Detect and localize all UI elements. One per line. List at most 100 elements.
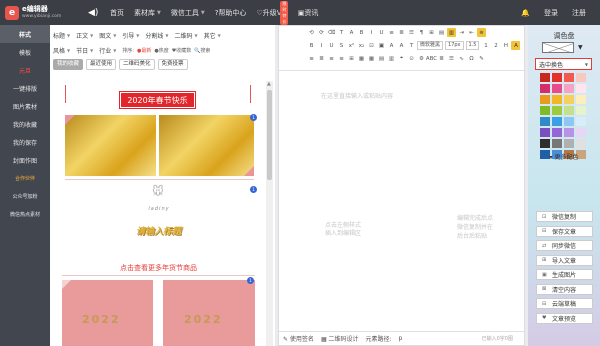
- toolbar-button-1-2[interactable]: U: [327, 41, 336, 50]
- toolbar-button-2-0[interactable]: ≡: [307, 54, 316, 63]
- toolbar-button-2-17[interactable]: ✎: [477, 54, 486, 63]
- toolbar-button-2-10[interactable]: ⊙: [407, 54, 416, 63]
- toolbar-button-1-1[interactable]: I: [317, 41, 326, 50]
- template-preview[interactable]: 2020年春节快乐 1 🐭 ladiny 1 请输入标题 点击查看更多年货节商品…: [57, 85, 260, 346]
- color-swatch[interactable]: [564, 95, 574, 104]
- filter-row2-1[interactable]: 节日 ▼: [76, 46, 93, 55]
- speaker-icon[interactable]: ◀): [88, 8, 102, 18]
- toolbar-button-0-0[interactable]: ⟲: [307, 28, 316, 37]
- toolbar-button-1-9[interactable]: A: [397, 41, 406, 50]
- color-swatch[interactable]: [540, 139, 550, 148]
- scroll-up-icon[interactable]: ▲: [267, 81, 271, 87]
- toolbar-button-0-12[interactable]: ⊞: [427, 28, 436, 37]
- toolbar-button-2-12[interactable]: ABC: [426, 54, 437, 63]
- sort-option-2[interactable]: ♥收藏数: [172, 47, 191, 54]
- color-swatch[interactable]: [552, 106, 562, 115]
- color-swatch[interactable]: [576, 117, 586, 126]
- toolbar-button-0-9[interactable]: ≣: [397, 28, 406, 37]
- bell-icon[interactable]: 🔔: [521, 9, 530, 17]
- color-swatch[interactable]: [576, 139, 586, 148]
- color-swatch[interactable]: [540, 106, 550, 115]
- nav-item-2[interactable]: 微信工具 ▼: [171, 0, 205, 25]
- sidebar-item-6[interactable]: 我的保存: [0, 133, 50, 151]
- action-button-4[interactable]: ▣ 生成图片: [536, 269, 593, 280]
- toolbar-button-1-3[interactable]: S: [337, 41, 346, 50]
- toolbar-button-2-4[interactable]: ⊞: [347, 54, 356, 63]
- qrcode-design-button[interactable]: ▦ 二维码设计: [321, 334, 359, 343]
- color-swatch[interactable]: [552, 128, 562, 137]
- sidebar-item-5[interactable]: 我的收藏: [0, 115, 50, 133]
- filter-4[interactable]: 分割线 ▼: [145, 31, 168, 40]
- toolbar-button-0-10[interactable]: ☰: [407, 28, 416, 37]
- sidebar-item-8[interactable]: 合作伙伴: [0, 169, 50, 187]
- toolbar-button-2-2[interactable]: ≡: [327, 54, 336, 63]
- toolbar-button-2-7[interactable]: ▤: [377, 54, 386, 63]
- color-swatch[interactable]: [564, 106, 574, 115]
- color-swatch[interactable]: [564, 139, 574, 148]
- toolbar-button-1-14[interactable]: 1: [481, 41, 490, 50]
- filter-row2-2[interactable]: 行业 ▼: [99, 46, 116, 55]
- color-swatch[interactable]: [552, 95, 562, 104]
- sort-option-0[interactable]: ●最新: [137, 47, 151, 54]
- toolbar-button-0-6[interactable]: I: [367, 28, 376, 37]
- toolbar-button-2-1[interactable]: ≣: [317, 54, 326, 63]
- toolbar-button-0-11[interactable]: ¶: [417, 28, 426, 37]
- toolbar-select-1-12[interactable]: 17px: [445, 41, 464, 50]
- scroll-thumb[interactable]: [267, 90, 272, 180]
- toolbar-button-0-5[interactable]: B: [357, 28, 366, 37]
- color-swatch[interactable]: [576, 128, 586, 137]
- action-button-2[interactable]: ⇄ 同步微信: [536, 240, 593, 251]
- nav-item-0[interactable]: 首页: [110, 0, 124, 25]
- toolbar-button-2-8[interactable]: ▥: [387, 54, 396, 63]
- toolbar-button-1-16[interactable]: H: [501, 41, 510, 50]
- search-button[interactable]: 🔍搜索: [194, 47, 210, 54]
- toolbar-button-1-7[interactable]: ▣: [377, 41, 386, 50]
- action-button-6[interactable]: ⊟ 云端草稿: [536, 298, 593, 309]
- color-swatch[interactable]: [576, 106, 586, 115]
- toolbar-button-2-15[interactable]: ∿: [457, 54, 466, 63]
- color-swatch[interactable]: [552, 73, 562, 82]
- selected-color-dropdown[interactable]: 选中换色 ▼: [535, 58, 592, 70]
- sidebar-item-4[interactable]: 图片素材: [0, 97, 50, 115]
- login-link[interactable]: 登录: [544, 8, 558, 18]
- toolbar-button-0-13[interactable]: ▤: [437, 28, 446, 37]
- signature-button[interactable]: ✎ 使用签名: [283, 334, 314, 343]
- toolbar-button-1-5[interactable]: x₂: [357, 41, 366, 50]
- toolbar-button-0-2[interactable]: ⌫: [327, 28, 336, 37]
- toolbar-button-0-3[interactable]: T: [337, 28, 346, 37]
- toolbar-button-1-4[interactable]: x²: [347, 41, 356, 50]
- toolbar-button-0-15[interactable]: ⇥: [457, 28, 466, 37]
- toolbar-button-1-10[interactable]: T: [407, 41, 416, 50]
- editor-content-area[interactable]: 在这里直接输入或粘贴内容 点击左侧样式 插入到编辑区 编辑完成后点 微信复制并在…: [279, 70, 524, 328]
- nav-item-1[interactable]: 素材库 ▼: [134, 0, 161, 25]
- toolbar-button-0-4[interactable]: A: [347, 28, 356, 37]
- quick-button-3[interactable]: 免费投票: [157, 58, 188, 70]
- color-swatch[interactable]: [540, 128, 550, 137]
- sidebar-item-3[interactable]: 一键排版: [0, 79, 50, 97]
- nav-item-3[interactable]: ? 帮助中心: [215, 0, 247, 25]
- color-swatch[interactable]: [576, 84, 586, 93]
- toolbar-button-0-8[interactable]: ≡: [387, 28, 396, 37]
- toolbar-button-1-6[interactable]: ⊡: [367, 41, 376, 50]
- color-swatch[interactable]: [564, 128, 574, 137]
- quick-button-0[interactable]: 我的收藏: [53, 58, 84, 70]
- toolbar-button-1-0[interactable]: B: [307, 41, 316, 50]
- toolbar-button-1-15[interactable]: 2: [491, 41, 500, 50]
- toolbar-button-2-9[interactable]: ⌖: [397, 54, 406, 63]
- color-swatch[interactable]: [540, 73, 550, 82]
- color-swatch[interactable]: [564, 117, 574, 126]
- sidebar-item-9[interactable]: 公众号加粉: [0, 187, 50, 205]
- filter-0[interactable]: 标题 ▼: [53, 31, 70, 40]
- sidebar-item-2[interactable]: 元旦: [0, 61, 50, 79]
- quick-button-2[interactable]: 二维码美化: [119, 58, 155, 70]
- toolbar-button-2-5[interactable]: ▦: [357, 54, 366, 63]
- toolbar-button-2-16[interactable]: Ω: [467, 54, 476, 63]
- toolbar-button-0-17[interactable]: ≋: [477, 28, 486, 37]
- action-button-3[interactable]: ⊞ 导入文章: [536, 254, 593, 266]
- dropdown-arrow-icon[interactable]: ▼: [578, 44, 583, 51]
- toolbar-button-0-1[interactable]: ⟳: [317, 28, 326, 37]
- color-swatch[interactable]: [564, 84, 574, 93]
- toolbar-button-2-13[interactable]: ≣: [437, 54, 446, 63]
- color-swatch[interactable]: [540, 95, 550, 104]
- nav-item-4[interactable]: ♡ 升级VIP 限时特价: [256, 0, 289, 25]
